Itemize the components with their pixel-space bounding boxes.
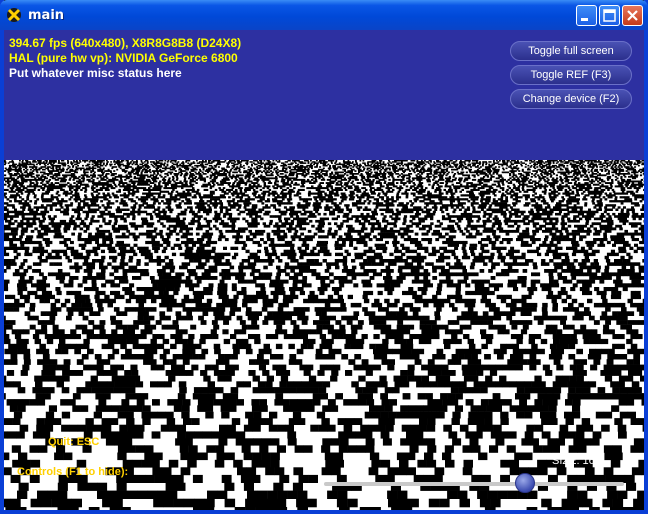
maximize-button[interactable] xyxy=(599,5,620,26)
toggle-full-screen-button[interactable]: Toggle full screen xyxy=(510,41,632,61)
minimize-button[interactable] xyxy=(576,5,597,26)
title-bar[interactable]: main xyxy=(0,0,648,30)
frame-stats: 394.67 fps (640x480), X8R8G8B8 (D24X8) xyxy=(9,36,242,50)
stats-panel: 394.67 fps (640x480), X8R8G8B8 (D24X8) H… xyxy=(9,36,241,81)
directx-x-icon xyxy=(6,7,22,23)
size-label: SIZE: 169 xyxy=(552,455,601,467)
hud-button-group: Toggle full screen Toggle REF (F3) Chang… xyxy=(510,41,632,109)
close-icon xyxy=(627,10,638,21)
minimize-icon xyxy=(581,18,588,21)
size-slider-track[interactable] xyxy=(324,482,624,486)
close-button[interactable] xyxy=(622,5,643,26)
window-title: main xyxy=(28,7,65,23)
change-device-button[interactable]: Change device (F2) xyxy=(510,89,632,109)
noise-terrain-plane xyxy=(4,160,644,510)
terrain-texture xyxy=(4,160,644,510)
quit-hint: Quit: ESC xyxy=(48,436,100,448)
toggle-ref-button[interactable]: Toggle REF (F3) xyxy=(510,65,632,85)
maximize-icon xyxy=(603,9,616,22)
size-slider-thumb[interactable] xyxy=(515,473,535,493)
app-window: main 394.67 fps (640x480), X8R8G8B8 (D24… xyxy=(0,0,648,514)
misc-status: Put whatever misc status here xyxy=(9,66,182,80)
render-viewport[interactable]: 394.67 fps (640x480), X8R8G8B8 (D24X8) H… xyxy=(4,30,644,510)
device-stats: HAL (pure hw vp): NVIDIA GeForce 6800 xyxy=(9,51,238,65)
controls-hint: Controls (F1 to hide): xyxy=(17,466,129,478)
window-controls xyxy=(576,5,643,26)
